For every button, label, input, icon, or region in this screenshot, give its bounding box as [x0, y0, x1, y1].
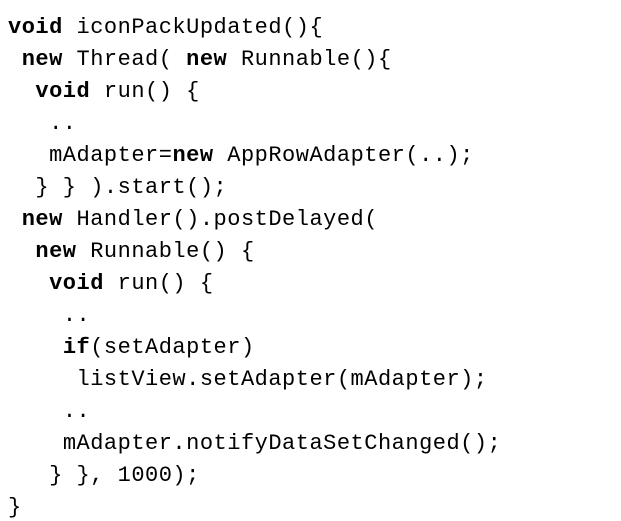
keyword: if — [63, 335, 90, 360]
code-line: } } ).start(); — [8, 175, 227, 200]
code-line: .. — [8, 399, 90, 424]
code-line: } — [8, 495, 22, 520]
code-line: new Runnable() { — [8, 239, 255, 264]
code-line: mAdapter.notifyDataSetChanged(); — [8, 431, 501, 456]
code-line: .. — [8, 111, 77, 136]
code-token: Handler().postDelayed( — [77, 207, 378, 232]
keyword: void — [49, 271, 104, 296]
code-token: listView.setAdapter(mAdapter); — [77, 367, 488, 392]
code-line: void run() { — [8, 79, 200, 104]
code-line: mAdapter=new AppRowAdapter(..); — [8, 143, 474, 168]
code-token: run() { — [104, 79, 200, 104]
code-token: iconPackUpdated(){ — [77, 15, 324, 40]
code-token: } } ).start(); — [35, 175, 227, 200]
keyword: new — [22, 207, 63, 232]
keyword: new — [172, 143, 213, 168]
keyword: new — [186, 47, 227, 72]
code-token: (setAdapter) — [90, 335, 254, 360]
code-line: void iconPackUpdated(){ — [8, 15, 323, 40]
code-token: Thread( — [77, 47, 187, 72]
keyword: new — [22, 47, 63, 72]
code-token: mAdapter= — [49, 143, 172, 168]
code-token: } — [8, 495, 22, 520]
keyword: void — [8, 15, 63, 40]
code-line: .. — [8, 303, 90, 328]
code-line: new Handler().postDelayed( — [8, 207, 378, 232]
keyword: void — [35, 79, 90, 104]
code-line: void run() { — [8, 271, 214, 296]
code-token: Runnable() { — [90, 239, 254, 264]
code-line: listView.setAdapter(mAdapter); — [8, 367, 488, 392]
code-token: AppRowAdapter(..); — [227, 143, 474, 168]
code-token: .. — [63, 399, 90, 424]
code-token: mAdapter.notifyDataSetChanged(); — [63, 431, 501, 456]
code-line: if(setAdapter) — [8, 335, 255, 360]
code-listing: void iconPackUpdated(){ new Thread( new … — [0, 0, 621, 521]
code-line: new Thread( new Runnable(){ — [8, 47, 392, 72]
code-token: } }, 1000); — [49, 463, 200, 488]
code-line: } }, 1000); — [8, 463, 200, 488]
code-token: run() { — [118, 271, 214, 296]
keyword: new — [35, 239, 76, 264]
code-token: .. — [63, 303, 90, 328]
code-token: .. — [49, 111, 76, 136]
code-token: Runnable(){ — [241, 47, 392, 72]
